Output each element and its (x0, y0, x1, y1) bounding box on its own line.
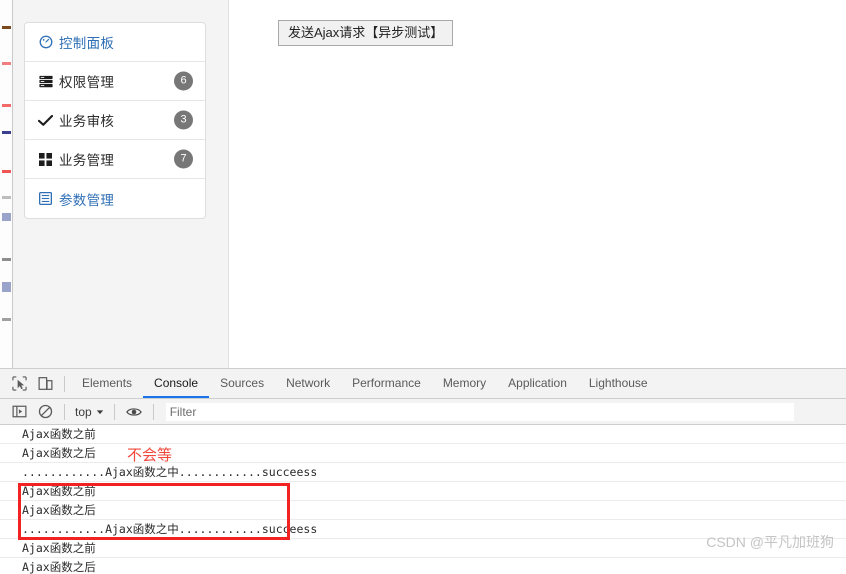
sliver-fragment (2, 318, 11, 321)
sidebar-item-label: 控制面板 (59, 36, 115, 51)
sidebar-item-permission[interactable]: 权限管理 6 (25, 62, 205, 101)
toolbar-divider (64, 375, 65, 392)
sliver-fragment (2, 26, 11, 29)
sidebar-item-business[interactable]: 业务管理 7 (25, 140, 205, 179)
toolbar-divider (152, 403, 154, 420)
tab-application[interactable]: Application (497, 369, 578, 398)
sliver-fragment (2, 62, 11, 65)
inspect-element-icon[interactable] (6, 371, 32, 397)
grid-icon (38, 152, 53, 166)
sliver-fragment (2, 282, 11, 292)
tab-memory[interactable]: Memory (432, 369, 497, 398)
sliver-fragment (2, 258, 11, 261)
toggle-console-sidebar-icon[interactable] (6, 399, 32, 425)
tab-performance[interactable]: Performance (341, 369, 432, 398)
send-ajax-request-button[interactable]: 发送Ajax请求【异步测试】 (278, 20, 454, 46)
tab-lighthouse[interactable]: Lighthouse (578, 369, 659, 398)
console-message: Ajax函数之前 (0, 482, 846, 501)
dashboard-icon (38, 35, 53, 49)
console-message: ............Ajax函数之中............succeess (0, 463, 846, 482)
sidebar-item-params[interactable]: 参数管理 (25, 179, 205, 218)
watermark: CSDN @平凡加班狗 (706, 534, 834, 550)
toolbar-divider (113, 403, 115, 420)
clear-console-icon[interactable] (32, 399, 58, 425)
server-icon (38, 74, 53, 88)
sliver-fragment (2, 131, 11, 134)
sliver-fragment (2, 196, 11, 199)
sidebar-item-badge: 6 (174, 71, 193, 91)
console-toolbar: top (0, 399, 846, 425)
devtools-tabbar: Elements Console Sources Network Perform… (0, 369, 846, 399)
tab-elements[interactable]: Elements (71, 369, 143, 398)
sidebar-list-group: 控制面板 权限管理 6 业务审核 3 业务管理 7 参数管理 (24, 22, 206, 219)
console-message: Ajax函数之后 (0, 558, 846, 574)
console-message: Ajax函数之后 (0, 501, 846, 520)
tab-sources[interactable]: Sources (209, 369, 275, 398)
console-filter-input[interactable] (165, 402, 794, 421)
sidebar-item-label: 业务管理 (59, 153, 115, 168)
console-message: Ajax函数之前 (0, 425, 846, 444)
sidebar-item-label: 参数管理 (59, 192, 115, 208)
background-window-sliver (0, 0, 13, 368)
tab-console[interactable]: Console (143, 369, 210, 398)
sidebar-item-dashboard[interactable]: 控制面板 (25, 23, 205, 62)
execution-context-selector[interactable]: top (71, 405, 108, 419)
sliver-fragment (2, 213, 11, 221)
sidebar-item-badge: 3 (174, 110, 193, 130)
chevron-down-icon (96, 409, 103, 414)
sidebar-item-audit[interactable]: 业务审核 3 (25, 101, 205, 140)
sidebar-item-badge: 7 (174, 149, 193, 169)
tab-network[interactable]: Network (275, 369, 341, 398)
list-alt-icon (38, 192, 53, 206)
check-icon (38, 113, 53, 127)
browser-page-area: 控制面板 权限管理 6 业务审核 3 业务管理 7 参数管理 发送Ajax请求【… (0, 0, 846, 368)
toolbar-divider (64, 403, 65, 420)
toggle-device-toolbar-icon[interactable] (32, 371, 58, 397)
sidebar-item-label: 权限管理 (59, 75, 115, 90)
execution-context-label: top (75, 404, 92, 419)
annotation-note-text: 不会等 (127, 446, 173, 464)
sliver-fragment (2, 170, 11, 173)
sliver-fragment (2, 104, 11, 107)
sidebar-item-label: 业务审核 (59, 114, 115, 129)
live-expression-eye-icon[interactable] (121, 399, 147, 425)
